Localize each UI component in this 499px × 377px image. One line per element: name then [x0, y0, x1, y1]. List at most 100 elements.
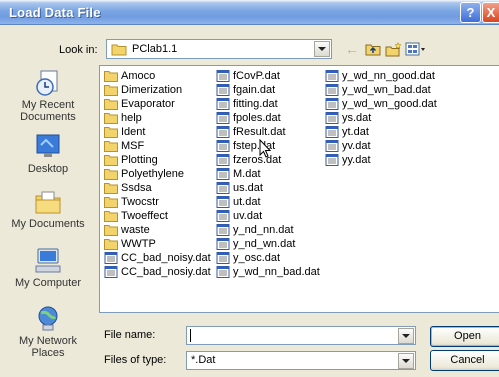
file-item[interactable]: fpoles.dat [216, 111, 320, 125]
dat-file-icon [325, 98, 342, 110]
file-item[interactable]: CC_bad_nosiy.dat [104, 265, 211, 279]
dat-file-icon [325, 70, 342, 82]
item-name: WWTP [121, 238, 156, 250]
file-item[interactable]: fCovP.dat [216, 69, 320, 83]
file-item[interactable]: us.dat [216, 181, 320, 195]
file-item[interactable]: y_osc.dat [216, 251, 320, 265]
folder-item[interactable]: WWTP [104, 237, 211, 251]
place-label: My Documents [11, 218, 85, 230]
item-name: y_osc.dat [233, 252, 281, 264]
chevron-down-icon[interactable] [314, 41, 330, 57]
place-recent-documents[interactable]: My Recent Documents [3, 69, 93, 123]
item-name: Evaporator [121, 98, 175, 110]
folder-item[interactable]: help [104, 111, 211, 125]
place-desktop[interactable]: Desktop [3, 133, 93, 175]
up-one-level-icon[interactable] [365, 41, 381, 57]
folder-icon [104, 140, 121, 152]
folder-item[interactable]: Twocstr [104, 195, 211, 209]
folder-item[interactable]: Polyethylene [104, 167, 211, 181]
file-item[interactable]: ys.dat [325, 111, 437, 125]
item-name: fResult.dat [233, 126, 286, 138]
file-item[interactable]: y_wd_nn_good.dat [325, 69, 437, 83]
item-name: fCovP.dat [233, 70, 280, 82]
dat-file-icon [325, 140, 342, 152]
new-folder-icon[interactable] [385, 41, 402, 57]
folder-item[interactable]: Evaporator [104, 97, 211, 111]
item-name: CC_bad_noisy.dat [121, 252, 211, 264]
folder-item[interactable]: Plotting [104, 153, 211, 167]
item-name: Twoeffect [121, 210, 168, 222]
mouse-cursor-icon [259, 139, 272, 158]
my-computer-icon [35, 248, 61, 273]
file-item[interactable]: y_nd_nn.dat [216, 223, 320, 237]
dat-file-icon [104, 266, 121, 278]
place-my-computer[interactable]: My Computer [3, 247, 93, 289]
file-list[interactable]: Amoco Dimerization Evaporator help Ident MSF P… [99, 65, 499, 313]
file-item[interactable]: ut.dat [216, 195, 320, 209]
file-item[interactable]: y_nd_wn.dat [216, 237, 320, 251]
item-name: yv.dat [342, 140, 371, 152]
chevron-down-icon[interactable] [398, 328, 414, 344]
folder-item[interactable]: Twoeffect [104, 209, 211, 223]
file-item[interactable]: yv.dat [325, 139, 437, 153]
item-name: fitting.dat [233, 98, 278, 110]
file-column: Amoco Dimerization Evaporator help Ident MSF P… [104, 69, 211, 279]
file-item[interactable]: M.dat [216, 167, 320, 181]
back-arrow-icon[interactable]: ← [345, 41, 359, 57]
dat-file-icon [216, 140, 233, 152]
folder-icon [104, 70, 121, 82]
text-caret [190, 329, 191, 342]
folder-item[interactable]: MSF [104, 139, 211, 153]
item-name: Polyethylene [121, 168, 184, 180]
folder-item[interactable]: Dimerization [104, 83, 211, 97]
file-column: y_wd_nn_good.dat y_wd_wn_bad.dat y_wd_wn_g… [325, 69, 437, 167]
item-name: Twocstr [121, 196, 159, 208]
look-in-label: Look in: [59, 44, 98, 56]
place-my-documents[interactable]: My Documents [3, 188, 93, 230]
folder-icon [104, 238, 121, 250]
file-item[interactable]: yt.dat [325, 125, 437, 139]
folder-item[interactable]: Ssdsa [104, 181, 211, 195]
folder-item[interactable]: waste [104, 223, 211, 237]
file-item[interactable]: y_wd_nn_bad.dat [216, 265, 320, 279]
place-network[interactable]: My Network Places [3, 305, 93, 359]
folder-icon [104, 154, 121, 166]
item-name: fpoles.dat [233, 112, 281, 124]
dat-file-icon [104, 252, 121, 264]
open-button[interactable]: Open [430, 326, 499, 347]
dat-file-icon [325, 126, 342, 138]
file-item[interactable]: y_wd_wn_bad.dat [325, 83, 437, 97]
item-name: ut.dat [233, 196, 261, 208]
look-in-dropdown[interactable]: PClab1.1 [106, 39, 332, 59]
folder-item[interactable]: Amoco [104, 69, 211, 83]
file-item[interactable]: y_wd_wn_good.dat [325, 97, 437, 111]
folder-icon [104, 196, 121, 208]
folder-item[interactable]: Ident [104, 125, 211, 139]
place-label: My Computer [14, 277, 82, 289]
file-item[interactable]: fResult.dat [216, 125, 320, 139]
file-item[interactable]: uv.dat [216, 209, 320, 223]
file-name-input[interactable] [186, 326, 416, 345]
network-places-icon [38, 306, 58, 331]
views-menu-icon[interactable] [405, 41, 427, 57]
look-in-value: PClab1.1 [132, 43, 178, 55]
files-of-type-dropdown[interactable]: *.Dat [186, 351, 416, 370]
dat-file-icon [216, 252, 233, 264]
item-name: yt.dat [342, 126, 369, 138]
file-item[interactable]: CC_bad_noisy.dat [104, 251, 211, 265]
file-item[interactable]: yy.dat [325, 153, 437, 167]
folder-icon [104, 98, 121, 110]
cancel-button[interactable]: Cancel [430, 350, 499, 371]
item-name: y_wd_wn_good.dat [342, 98, 437, 110]
place-label: My Network Places [18, 335, 78, 359]
chevron-down-icon[interactable] [398, 353, 414, 369]
folder-icon [104, 168, 121, 180]
title-bar: Load Data File ? X [0, 0, 499, 25]
file-item[interactable]: fgain.dat [216, 83, 320, 97]
place-label: My Recent Documents [20, 99, 76, 123]
folder-icon [111, 44, 127, 55]
close-button[interactable]: X [482, 2, 499, 23]
file-item[interactable]: fitting.dat [216, 97, 320, 111]
dat-file-icon [216, 210, 233, 222]
help-button[interactable]: ? [460, 2, 481, 23]
